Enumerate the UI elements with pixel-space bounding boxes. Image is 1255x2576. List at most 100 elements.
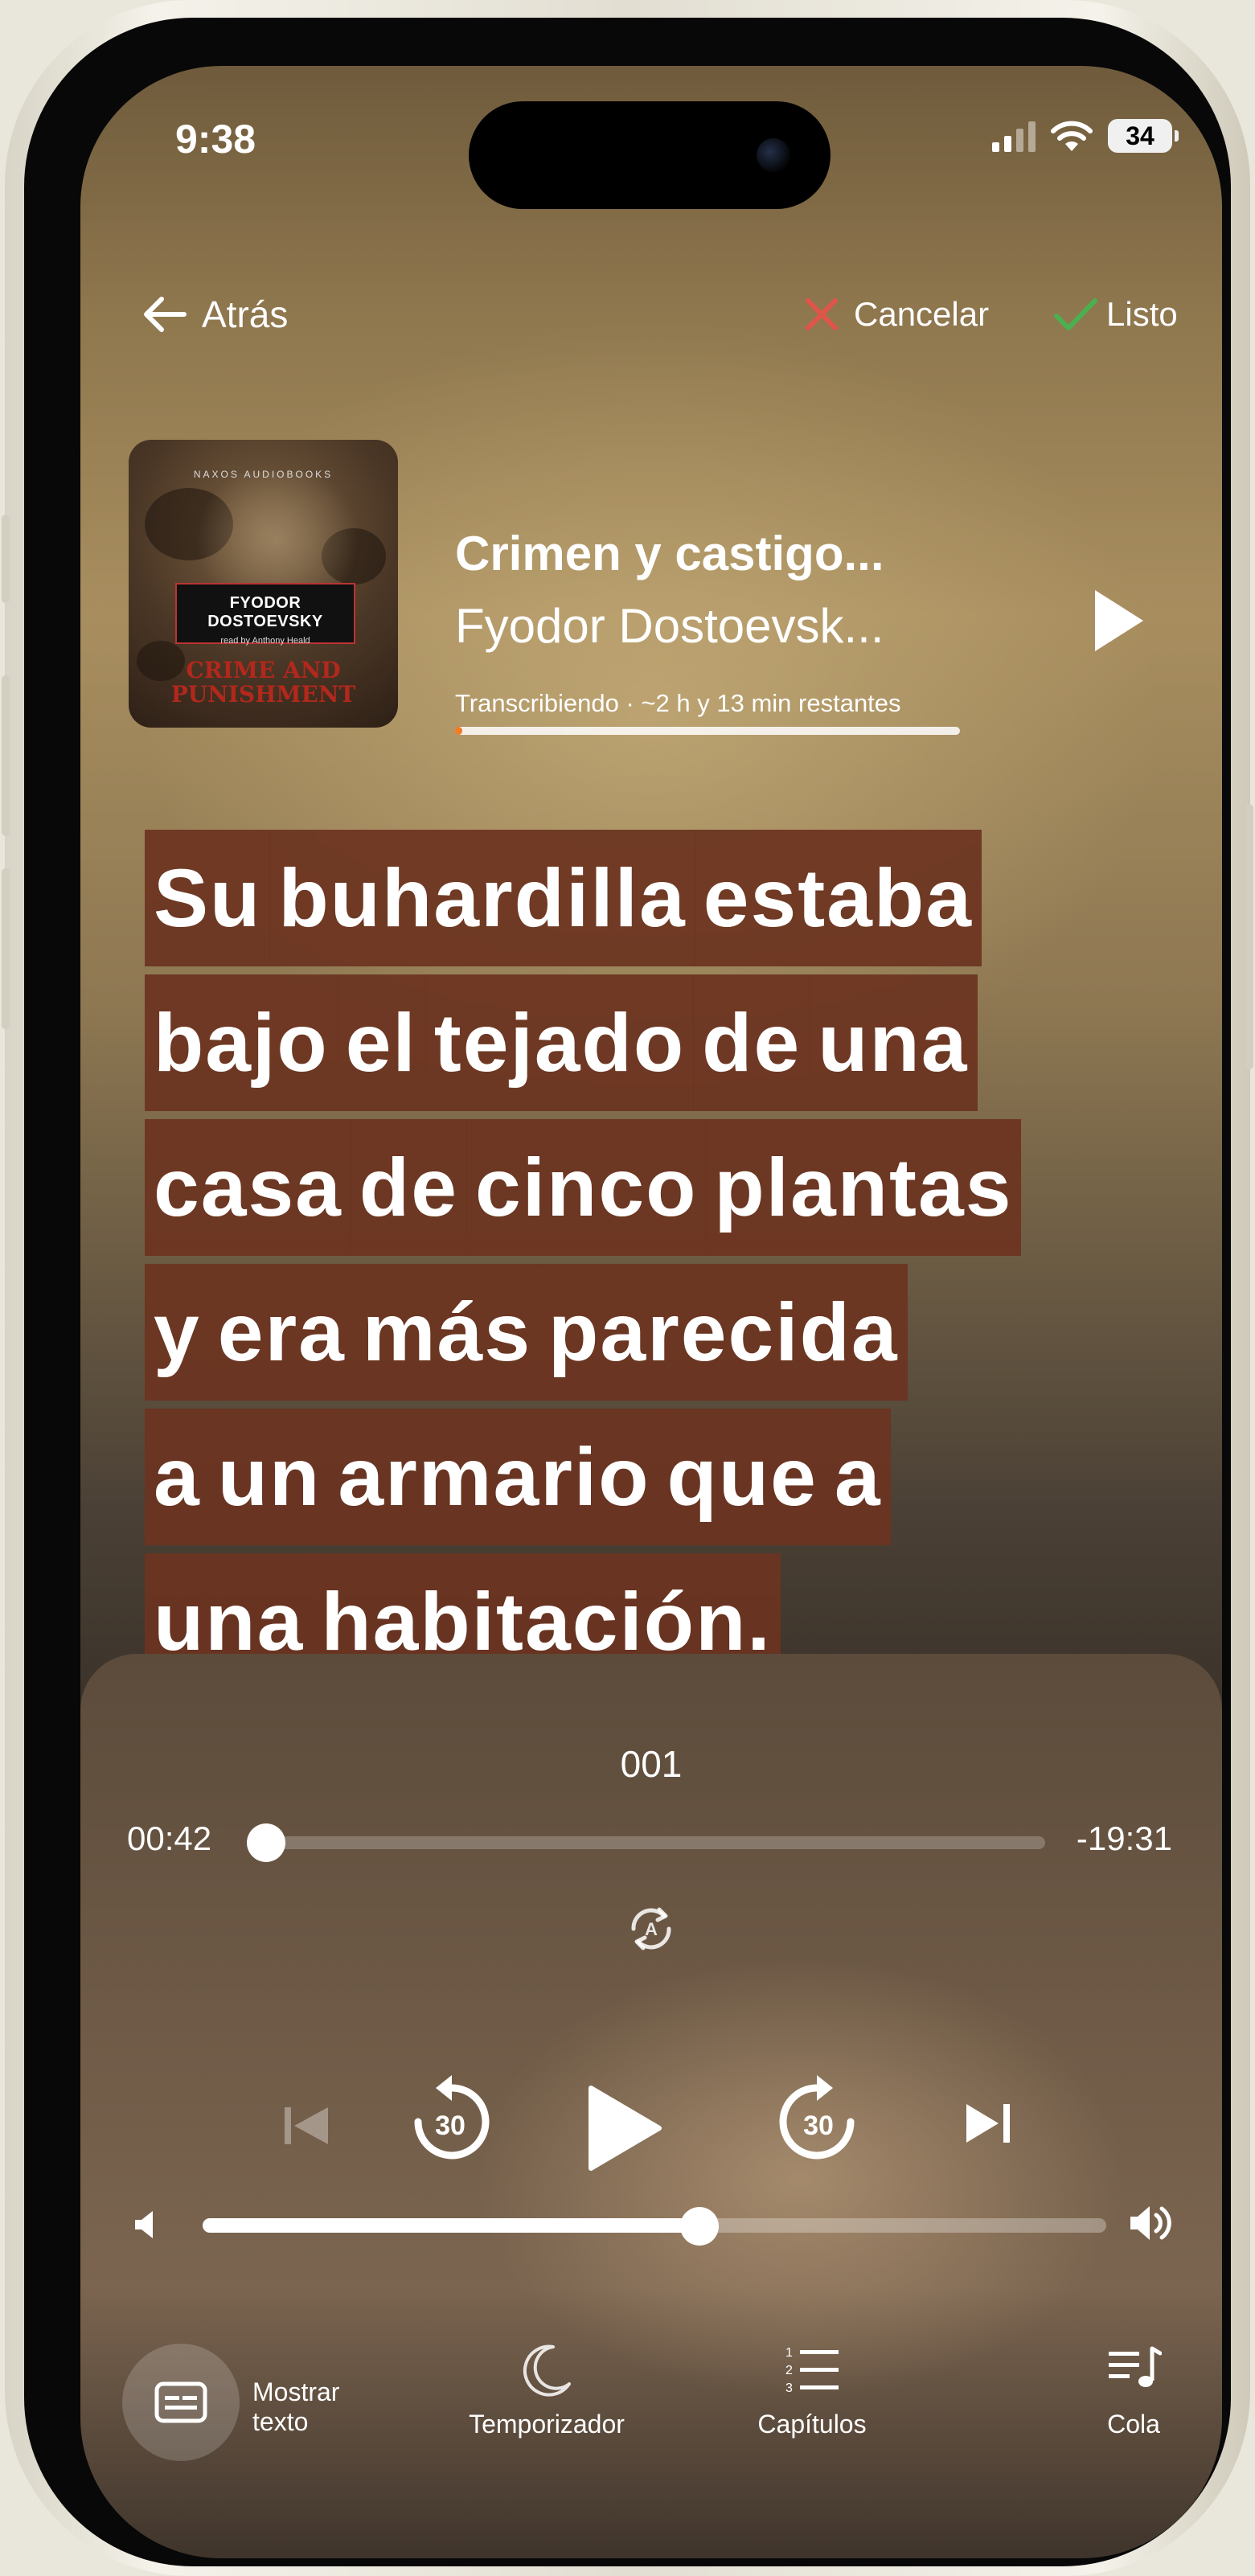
forward-30-button[interactable]: 30 [770,2072,867,2168]
transcription-progress-fill [455,727,463,735]
timer-label: Temporizador [469,2410,625,2439]
transcript-text: Su buhardilla estaba bajo el tejado de una casa d… [145,830,1022,1698]
action-button [2,515,10,603]
book-author: Fyodor Dostoevsk... [455,599,884,653]
arrow-left-icon [144,297,187,332]
transcript-word[interactable]: bajo [145,974,338,1111]
back-label: Atrás [202,293,289,335]
rewind-seconds: 30 [435,2110,465,2141]
volume-handle[interactable] [680,2207,720,2246]
cover-author: FYODOR DOSTOEVSKY [207,594,323,630]
seek-bar[interactable] [246,1823,1045,1862]
transcript-word[interactable]: a [825,1409,891,1545]
transcript-line: bajo el tejado de una [145,974,1020,1119]
transcript-word[interactable]: parecida [539,1264,908,1401]
transcript-word[interactable]: una [809,974,978,1111]
transcript-word[interactable]: estaba [694,830,982,966]
volume-down-button [2,868,10,1029]
list-numbered-icon: 1 2 3 [785,2346,839,2395]
transcript-word[interactable]: era [208,1264,355,1401]
track-title: 001 [620,1743,683,1785]
transcript-word[interactable]: y [145,1264,210,1401]
transcript-word[interactable]: que [658,1409,826,1545]
transcript-word[interactable]: más [353,1264,541,1401]
book-title: Crimen y castigo... [455,527,884,580]
mini-play-button[interactable] [1092,589,1145,657]
auto-sync-button[interactable]: A [624,1901,679,1960]
svg-text:3: 3 [785,2381,793,2395]
phone-body: 9:38 34 Atrás Cancelar Listo NAXOS AUDIO… [24,18,1231,2566]
skip-next-icon [966,2104,1010,2143]
svg-text:2: 2 [785,2364,793,2377]
battery-icon: 34 [1108,119,1179,153]
seek-handle[interactable] [246,1823,285,1862]
cover-title-line1: CRIME AND [186,657,341,683]
cover-publisher: NAXOS AUDIOBOOKS [193,469,334,480]
volume-slider[interactable] [203,2207,1106,2246]
queue-tab[interactable]: Cola [1085,2344,1182,2439]
transcript-word[interactable]: de [693,974,810,1111]
camera-icon [757,138,790,172]
volume-up-button [2,675,10,836]
timer-tab[interactable]: Temporizador [458,2344,635,2439]
transcript-line: y era más parecida [145,1264,1020,1409]
transcript-word[interactable]: Su [145,830,271,966]
rewind-30-button[interactable]: 30 [402,2072,498,2168]
previous-chapter-button[interactable] [281,2104,331,2147]
transcript-word[interactable]: a [145,1409,210,1545]
transcript-line: a un armario que a [145,1409,1020,1553]
volume-high-icon [1129,2202,1175,2248]
transcript-word[interactable]: buhardilla [269,830,695,966]
show-text-label: Mostrar texto [252,2377,340,2436]
svg-text:1: 1 [785,2346,793,2360]
back-button[interactable]: Atrás [141,293,288,336]
cancel-button[interactable]: Cancelar [804,295,989,334]
transcript-word[interactable]: tejado [424,974,695,1111]
svg-text:A: A [645,1919,658,1939]
play-button[interactable] [583,2084,663,2172]
screen: 9:38 34 Atrás Cancelar Listo NAXOS AUDIO… [80,66,1222,2558]
queue-label: Cola [1107,2410,1160,2439]
transcript-line: Su buhardilla estaba [145,830,1020,974]
cover-label: FYODOR DOSTOEVSKY read by Anthony Heald [175,583,355,646]
side-button [1245,804,1253,1069]
dynamic-island [469,101,831,209]
player-panel: 001 00:42 -19:31 A 30 30 Mostrar texto T… [80,1654,1222,2558]
chapters-tab[interactable]: 1 2 3 Capítulos [748,2344,876,2439]
book-cover: NAXOS AUDIOBOOKS FYODOR DOSTOEVSKY read … [129,440,398,728]
cover-title-line2: PUNISHMENT [170,681,356,708]
wifi-icon [1051,121,1093,151]
transcript-line: casa de cinco plantas [145,1119,1022,1264]
status-time: 9:38 [175,117,256,162]
show-text-button[interactable] [122,2344,240,2461]
forward-seconds: 30 [803,2110,834,2141]
transcript-word[interactable]: de [350,1119,467,1256]
transcript-word[interactable]: plantas [705,1119,1022,1256]
chapters-label: Capítulos [757,2410,867,2439]
moon-icon [523,2344,571,2397]
volume-slider-fill [203,2218,700,2233]
volume-low-icon [133,2209,161,2245]
done-button[interactable]: Listo [1053,295,1178,334]
cancel-label: Cancelar [854,295,990,333]
transcript-word[interactable]: armario [329,1409,659,1545]
queue-music-icon [1109,2346,1162,2387]
close-icon [806,298,838,330]
transcript-word[interactable]: un [208,1409,330,1545]
transcript-word[interactable]: el [336,974,426,1111]
transcript-word[interactable]: cinco [465,1119,707,1256]
cover-reader: read by Anthony Heald [220,636,310,646]
transcript-word[interactable]: casa [145,1119,351,1256]
next-chapter-button[interactable] [963,2101,1013,2146]
done-label: Listo [1106,295,1178,333]
remaining-time: -19:31 [1076,1819,1172,1857]
skip-previous-icon [285,2107,328,2144]
play-icon [1095,590,1143,651]
checkmark-icon [1054,298,1097,330]
cover-title: CRIME AND PUNISHMENT [129,658,398,707]
signal-icon [992,120,1036,152]
transcription-progress [455,727,960,735]
subtitles-icon [154,2381,207,2423]
status-icons: 34 [992,119,1179,153]
transcription-status: Transcribiendo · ~2 h y 13 min restantes [455,689,901,717]
